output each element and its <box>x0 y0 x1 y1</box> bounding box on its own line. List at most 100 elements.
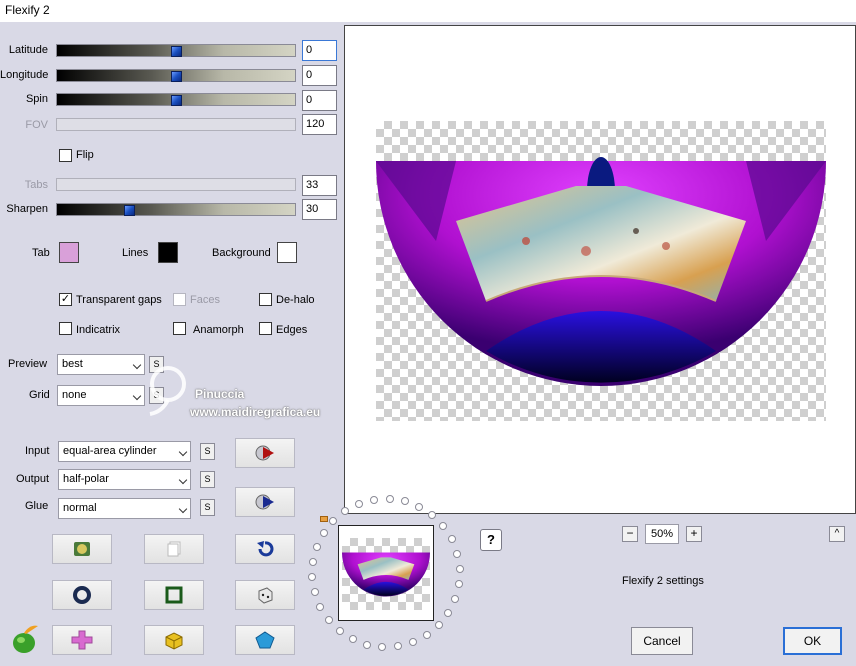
help-icon: ? <box>487 532 495 547</box>
navigator-dot[interactable] <box>455 580 464 589</box>
latitude-slider-thumb[interactable] <box>171 46 182 57</box>
frame-button[interactable] <box>144 580 204 610</box>
title-bar: Flexify 2 <box>0 0 856 22</box>
navigator-dot[interactable] <box>378 642 387 651</box>
sharpen-slider[interactable] <box>56 203 296 216</box>
indicatrix-checkbox[interactable] <box>59 322 72 335</box>
transparent-gaps-label: Transparent gaps <box>76 294 162 306</box>
dehalo-checkbox[interactable] <box>259 293 272 306</box>
input-projection-value: equal-area cylinder <box>63 445 157 457</box>
faces-checkbox <box>173 293 186 306</box>
navigator-dot[interactable] <box>308 557 317 566</box>
transparent-gaps-checkbox[interactable]: ✓ <box>59 293 72 306</box>
frame-icon <box>165 586 183 604</box>
navigator-dot[interactable] <box>451 595 460 604</box>
preview-canvas[interactable] <box>344 25 856 514</box>
render-button[interactable] <box>235 438 295 468</box>
navigator-dot[interactable] <box>428 511 437 520</box>
preview-quality-select[interactable]: best <box>57 354 145 375</box>
flip-checkbox[interactable] <box>59 149 72 162</box>
tabs-input[interactable]: 33 <box>302 175 337 196</box>
latitude-input[interactable]: 0 <box>302 40 337 61</box>
undo-button[interactable] <box>235 534 295 564</box>
cube-button[interactable] <box>144 625 204 655</box>
longitude-slider-thumb[interactable] <box>171 71 182 82</box>
navigator-dot[interactable] <box>319 528 328 537</box>
spin-input[interactable]: 0 <box>302 90 337 111</box>
navigator-thumbnail[interactable] <box>338 525 434 621</box>
output-projection-select[interactable]: half-polar <box>58 469 191 490</box>
navigator-dot[interactable] <box>422 630 431 639</box>
navigator-dot[interactable] <box>453 549 462 558</box>
indicatrix-label: Indicatrix <box>76 324 121 336</box>
cube-icon <box>165 632 183 650</box>
edges-checkbox[interactable] <box>259 322 272 335</box>
gem-button[interactable] <box>235 625 295 655</box>
sphere-button[interactable] <box>52 580 112 610</box>
navigator-dot[interactable] <box>312 542 321 551</box>
dice-button[interactable] <box>235 580 295 610</box>
cross-button[interactable] <box>52 625 112 655</box>
randomize-button[interactable] <box>52 534 112 564</box>
watermark-name: Pinuccia <box>195 387 245 401</box>
longitude-slider[interactable] <box>56 69 296 82</box>
background-color-swatch[interactable] <box>277 242 297 263</box>
navigator-dot[interactable] <box>316 602 325 611</box>
longitude-input[interactable]: 0 <box>302 65 337 86</box>
navigator-dot[interactable] <box>385 495 394 504</box>
chevron-down-icon <box>178 504 188 514</box>
zoom-out-button[interactable]: − <box>622 526 638 542</box>
glue-label: Glue <box>25 500 49 512</box>
navigator-dot[interactable] <box>329 516 338 525</box>
output-s-button[interactable]: S <box>200 471 215 488</box>
tabs-slider <box>56 178 296 191</box>
latitude-slider[interactable] <box>56 44 296 57</box>
glue-s-button[interactable]: S <box>200 499 215 516</box>
sharpen-slider-thumb[interactable] <box>124 205 135 216</box>
copy-icon <box>167 541 181 557</box>
navigator-dot[interactable] <box>308 573 317 582</box>
grid-select[interactable]: none <box>57 385 145 406</box>
help-button[interactable]: ? <box>480 529 502 551</box>
spin-slider-thumb[interactable] <box>171 95 182 106</box>
chevron-down-icon <box>178 447 188 457</box>
grid-label: Grid <box>29 389 50 401</box>
sharpen-label: Sharpen <box>6 203 48 215</box>
navigator-dot[interactable] <box>393 642 402 651</box>
input-s-button[interactable]: S <box>200 443 215 460</box>
spin-label: Spin <box>25 93 48 105</box>
lines-color-label: Lines <box>122 247 149 259</box>
play-button[interactable] <box>235 487 295 517</box>
anamorph-label: Anamorph <box>193 324 244 336</box>
edges-label: Edges <box>276 324 308 336</box>
dehalo-label: De-halo <box>276 294 315 306</box>
spin-slider[interactable] <box>56 93 296 106</box>
navigator-dot[interactable] <box>439 522 448 531</box>
tab-color-swatch[interactable] <box>59 242 79 263</box>
tab-color-label: Tab <box>32 247 50 259</box>
navigator-dot[interactable] <box>447 535 456 544</box>
collapse-button[interactable]: ^ <box>829 526 845 542</box>
ok-button[interactable]: OK <box>783 627 842 655</box>
navigator-dot[interactable] <box>408 637 417 646</box>
zoom-in-button[interactable]: + <box>686 526 702 542</box>
navigator-dot[interactable] <box>310 588 319 597</box>
dice-icon <box>258 587 273 604</box>
navigator-dot[interactable] <box>444 609 453 618</box>
sharpen-input[interactable]: 30 <box>302 199 337 220</box>
fov-input[interactable]: 120 <box>302 114 337 135</box>
glue-select[interactable]: normal <box>58 498 191 519</box>
navigator-marker[interactable] <box>320 516 328 522</box>
navigator-dot[interactable] <box>434 621 443 630</box>
grid-value: none <box>62 389 87 401</box>
copy-button[interactable] <box>144 534 204 564</box>
input-projection-select[interactable]: equal-area cylinder <box>58 441 191 462</box>
navigator-dot[interactable] <box>324 615 333 624</box>
navigator-dot[interactable] <box>335 626 344 635</box>
navigator-dot[interactable] <box>363 640 372 649</box>
lines-color-swatch[interactable] <box>158 242 178 263</box>
navigator-dot[interactable] <box>455 564 464 573</box>
navigator-dot[interactable] <box>348 635 357 644</box>
cancel-button[interactable]: Cancel <box>631 627 693 655</box>
anamorph-checkbox[interactable] <box>173 322 186 335</box>
